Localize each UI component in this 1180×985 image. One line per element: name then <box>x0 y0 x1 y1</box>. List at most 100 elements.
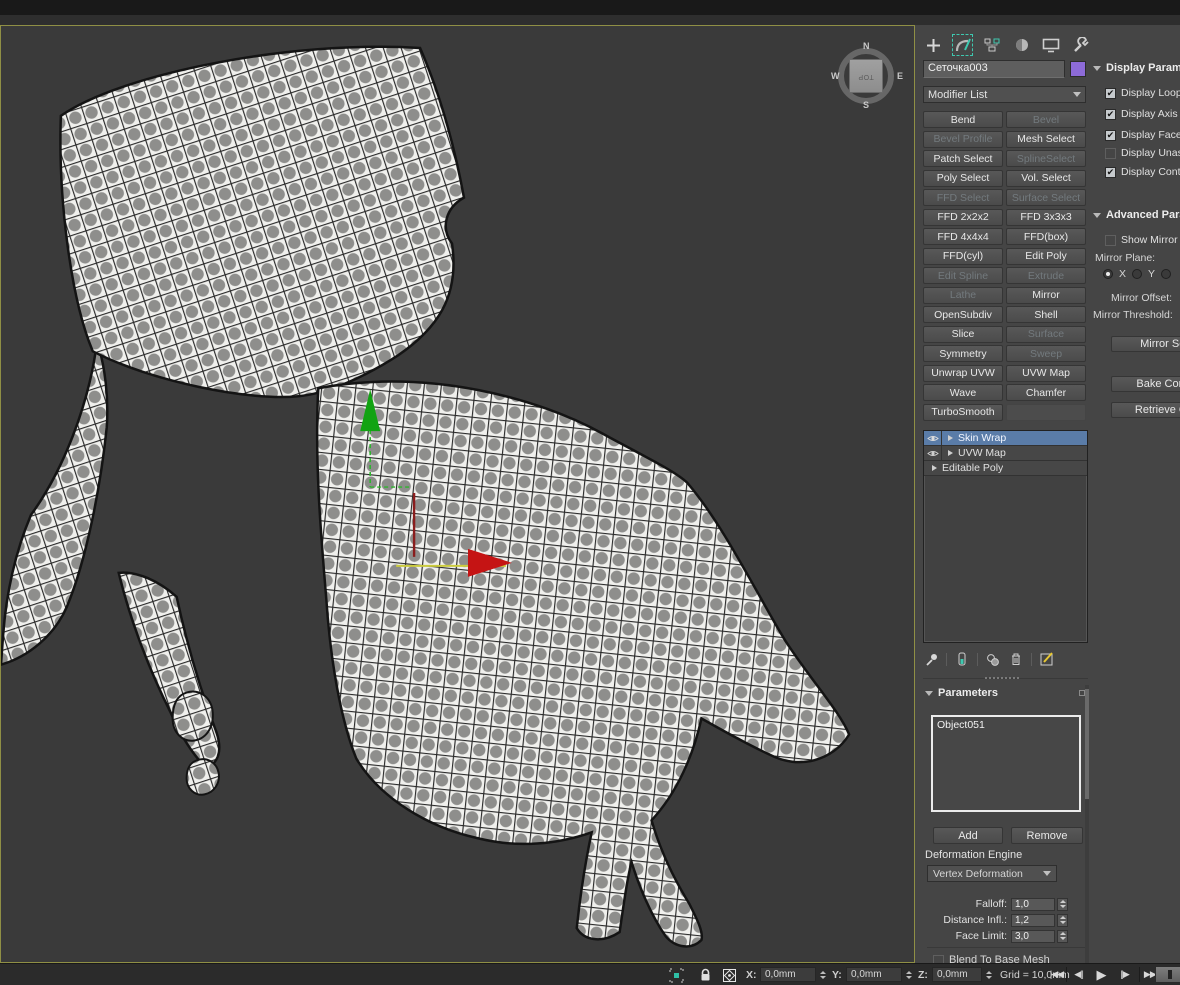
modifier-button-mesh-select[interactable]: Mesh Select <box>1006 130 1086 148</box>
parameters-rollout-header[interactable]: Parameters <box>925 687 1085 699</box>
radio-x[interactable] <box>1103 269 1113 279</box>
stack-item-uvw-map[interactable]: UVW Map <box>924 446 1087 461</box>
z-coord-field[interactable]: 0,0mm <box>932 967 982 982</box>
go-to-start-button[interactable]: |◀◀ <box>1047 966 1066 983</box>
make-unique-icon[interactable] <box>985 651 1001 667</box>
viewcube-top-face[interactable]: TOP <box>849 59 883 93</box>
modifier-button-chamfer[interactable]: Chamfer <box>1006 384 1086 401</box>
modifier-button-unwrap-uvw[interactable]: Unwrap UVW <box>923 364 1003 382</box>
display-loops-checkbox[interactable]: ✔ Display Loops <box>1105 87 1180 99</box>
spinner-arrows[interactable] <box>1057 897 1068 911</box>
transform-gizmo-toggle-icon[interactable] <box>721 967 737 983</box>
configure-modifier-sets-icon[interactable] <box>1039 651 1055 667</box>
radio-y[interactable] <box>1132 269 1143 279</box>
remove-button[interactable]: Remove <box>1011 827 1083 844</box>
visibility-eye-icon[interactable] <box>924 446 942 460</box>
y-coord-field[interactable]: 0,0mm <box>846 967 902 982</box>
modifier-button-uvw-map[interactable]: UVW Map <box>1006 364 1086 382</box>
expand-arrow-icon[interactable] <box>932 465 937 471</box>
expand-arrow-icon[interactable] <box>948 450 953 456</box>
display-unassigned-checkbox[interactable]: Display Unass <box>1105 147 1180 159</box>
mesh-piece-lower[interactable] <box>315 380 851 948</box>
show-mirror-data-checkbox[interactable]: Show Mirror D <box>1105 234 1180 246</box>
stack-toolbar <box>923 650 1088 668</box>
modifier-button-ffd-2x2x2[interactable]: FFD 2x2x2 <box>923 208 1003 226</box>
retrieve-control-button[interactable]: Retrieve Con <box>1111 402 1180 418</box>
previous-frame-button[interactable]: ◀|| <box>1069 966 1088 983</box>
modifier-button-ffd-3x3x3[interactable]: FFD 3x3x3 <box>1006 208 1086 226</box>
key-mode-toggle-button[interactable] <box>1155 966 1180 983</box>
show-end-result-icon[interactable] <box>954 651 970 667</box>
mesh-canvas[interactable] <box>1 26 914 962</box>
modifier-button-vol-select[interactable]: Vol. Select <box>1006 169 1086 187</box>
modifier-button-mirror[interactable]: Mirror <box>1006 286 1086 304</box>
remove-modifier-icon[interactable] <box>1008 651 1024 667</box>
modifier-button-ffd-cyl[interactable]: FFD(cyl) <box>923 247 1003 265</box>
deformation-engine-dropdown[interactable]: Vertex Deformation <box>927 865 1057 882</box>
spinner-arrows[interactable] <box>818 967 827 982</box>
play-button[interactable]: ▶ <box>1092 966 1111 983</box>
modifier-button-poly-select[interactable]: Poly Select <box>923 169 1003 187</box>
modify-tab-icon[interactable] <box>952 34 974 56</box>
spinner-arrows[interactable] <box>1057 913 1068 927</box>
stack-item-editable-poly[interactable]: Editable Poly <box>924 461 1087 476</box>
modifier-button-turbosmooth[interactable]: TurboSmooth <box>923 403 1003 421</box>
next-frame-button[interactable]: ||▶ <box>1115 966 1134 983</box>
modifier-button-opensubdiv[interactable]: OpenSubdiv <box>923 306 1003 323</box>
modifier-button-shell[interactable]: Shell <box>1006 306 1086 323</box>
compass-south[interactable]: S <box>863 100 869 110</box>
spinner-arrows[interactable] <box>1057 929 1068 943</box>
modifier-button-patch-select[interactable]: Patch Select <box>923 150 1003 167</box>
modifier-button-ffd-4x4x4[interactable]: FFD 4x4x4 <box>923 228 1003 245</box>
advanced-parameters-rollout-header[interactable]: Advanced Para <box>1093 209 1180 221</box>
utilities-tab-icon[interactable] <box>1071 34 1091 56</box>
bake-control-button[interactable]: Bake Contro <box>1111 376 1180 392</box>
mirror-selected-button[interactable]: Mirror Sele <box>1111 336 1180 352</box>
skin-wrap-object-list[interactable]: Object051 <box>931 715 1081 812</box>
motion-tab-icon[interactable] <box>1012 34 1032 56</box>
hierarchy-tab-icon[interactable] <box>982 34 1002 56</box>
selection-region-icon[interactable] <box>668 967 684 983</box>
modifier-list-dropdown[interactable]: Modifier List <box>923 86 1086 103</box>
face-limit-field[interactable]: 3,0 <box>1011 929 1055 943</box>
modifier-button-edit-poly[interactable]: Edit Poly <box>1006 247 1086 265</box>
radio-z[interactable] <box>1161 269 1172 279</box>
mirror-threshold-label: Mirror Threshold: <box>1093 309 1173 321</box>
compass-east[interactable]: E <box>897 71 903 81</box>
create-tab-icon[interactable] <box>923 34 943 56</box>
spinner-arrows[interactable] <box>904 967 913 982</box>
stack-item-skin-wrap[interactable]: Skin Wrap <box>924 431 1087 446</box>
display-control-checkbox[interactable]: ✔ Display Contro <box>1105 166 1180 178</box>
display-axis-checkbox[interactable]: ✔ Display Axis <box>1105 108 1178 120</box>
compass-north[interactable]: N <box>863 41 870 51</box>
display-parameters-rollout-header[interactable]: Display Parame <box>1093 62 1180 74</box>
visibility-eye-icon[interactable] <box>924 431 942 445</box>
lock-selection-icon[interactable] <box>697 967 713 983</box>
modifier-button-slice[interactable]: Slice <box>923 325 1003 343</box>
face-limit-label: Face Limit: <box>955 930 1007 942</box>
x-coord-field[interactable]: 0,0mm <box>760 967 816 982</box>
panel-scrollbar[interactable] <box>1085 685 1089 963</box>
falloff-field[interactable]: 1,0 <box>1011 897 1055 911</box>
expand-arrow-icon[interactable] <box>948 435 953 441</box>
display-face-limit-checkbox[interactable]: ✔ Display Face L <box>1105 129 1180 141</box>
viewport-top[interactable]: N E S W TOP <box>0 25 915 963</box>
object-color-swatch[interactable] <box>1070 61 1086 77</box>
modifier-button-symmetry[interactable]: Symmetry <box>923 345 1003 362</box>
checkbox-box[interactable] <box>933 954 944 963</box>
distance-infl-field[interactable]: 1,2 <box>1011 913 1055 927</box>
modifier-button-bend[interactable]: Bend <box>923 111 1003 128</box>
modifier-button-ffd-box[interactable]: FFD(box) <box>1006 228 1086 245</box>
add-button[interactable]: Add <box>933 827 1003 844</box>
list-item[interactable]: Object051 <box>937 719 985 731</box>
pin-stack-icon[interactable] <box>923 651 939 667</box>
object-name-field[interactable]: Сеточка003 <box>923 60 1065 78</box>
scrollbar-thumb[interactable] <box>1085 689 1089 799</box>
viewcube[interactable]: N E S W TOP <box>831 41 903 110</box>
modifier-stack[interactable]: Skin Wrap UVW Map Editable Poly <box>923 430 1088 643</box>
blend-to-base-mesh-checkbox[interactable]: Blend To Base Mesh <box>933 954 1050 963</box>
display-tab-icon[interactable] <box>1041 34 1061 56</box>
modifier-button-wave[interactable]: Wave <box>923 384 1003 401</box>
spinner-arrows[interactable] <box>984 967 993 982</box>
compass-west[interactable]: W <box>831 71 840 81</box>
